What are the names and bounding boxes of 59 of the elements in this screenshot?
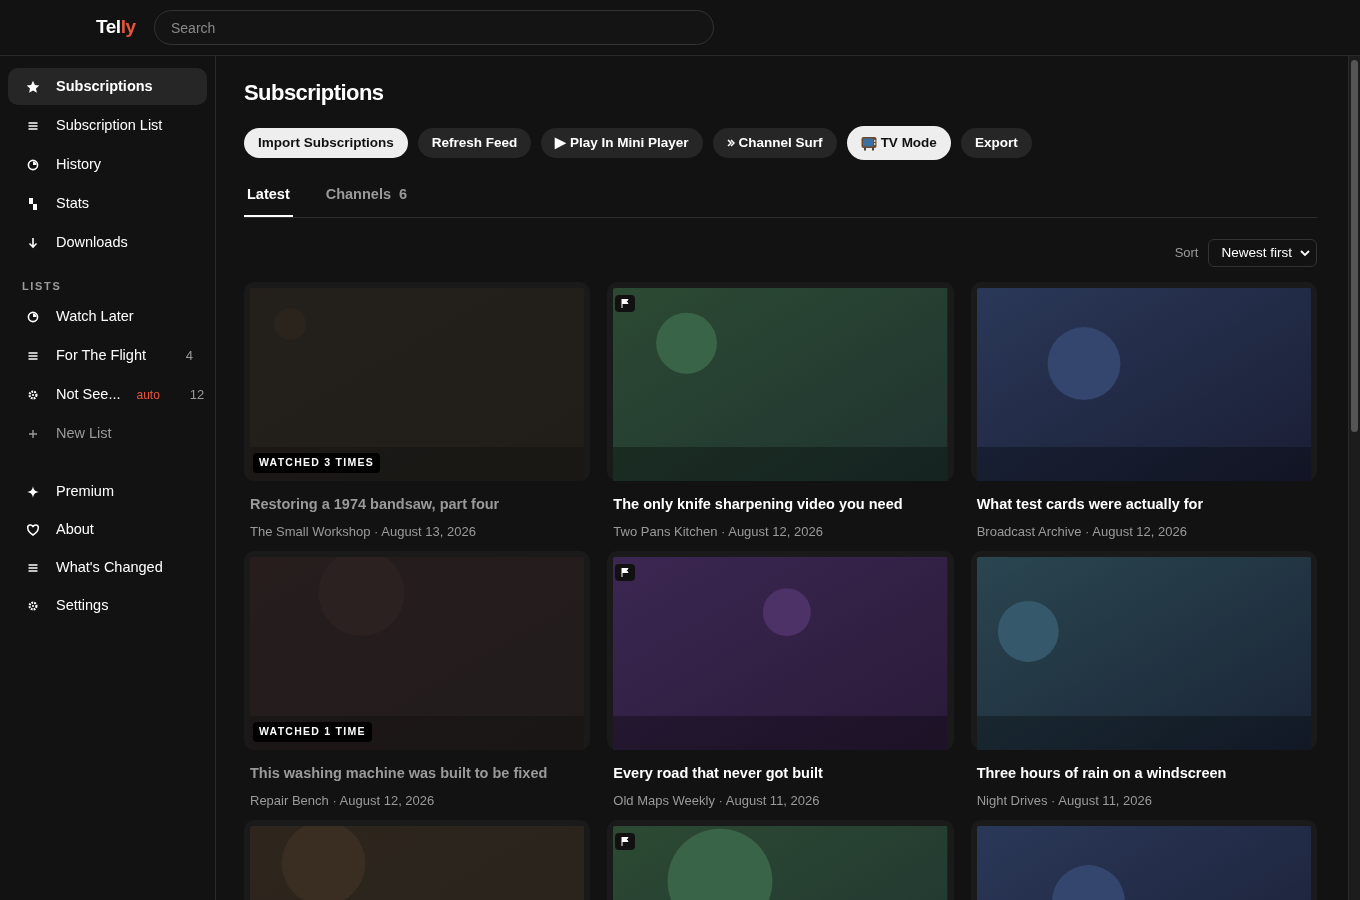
video-meta: Night Drives · August 11, 2026 xyxy=(975,791,1153,810)
new-list-button[interactable]: New List xyxy=(8,415,207,453)
item-count: 12 xyxy=(189,386,205,405)
watched-badge: WATCHED 3 TIMES xyxy=(253,453,380,473)
video-title[interactable]: What test cards were actually for xyxy=(970,494,1317,516)
action-button[interactable]: Channel Surf xyxy=(712,128,837,158)
sidebar-item[interactable]: Stats xyxy=(8,185,207,222)
item-count: 4 xyxy=(185,347,193,366)
video-meta: Repair Bench · August 12, 2026 xyxy=(249,791,436,810)
page-title: Subscriptions xyxy=(244,79,385,107)
video-meta: Broadcast Archive · August 12, 2026 xyxy=(975,522,1188,541)
video-title[interactable]: This washing machine was built to be fixed xyxy=(244,763,591,785)
video-title[interactable]: Three hours of rain on a windscreen xyxy=(970,763,1317,785)
sidebar-item[interactable]: Not See... auto 12 xyxy=(8,376,207,414)
app-logo[interactable]: Telly xyxy=(96,13,136,42)
video-title[interactable]: The only knife sharpening video you need xyxy=(607,494,954,516)
tv-icon xyxy=(860,135,877,151)
action-button[interactable]: ▶ Play In Mini Player xyxy=(541,128,703,158)
shuffle-icon xyxy=(726,139,735,147)
video-meta: The Small Workshop · August 13, 2026 xyxy=(249,522,477,541)
clock-icon xyxy=(26,157,40,172)
stats-icon xyxy=(26,196,40,211)
clock-icon xyxy=(26,310,40,324)
sidebar-item[interactable]: About xyxy=(8,511,207,548)
video-thumbnail[interactable]: WATCHED 3 TIMES xyxy=(244,282,591,481)
sidebar-item[interactable]: Downloads xyxy=(8,224,207,261)
sidebar-item[interactable]: Watch Later xyxy=(8,298,207,336)
search-field[interactable]: Search xyxy=(154,10,714,45)
plus-icon xyxy=(26,427,40,441)
video-thumbnail[interactable]: WATCHED 1 TIME xyxy=(244,551,591,750)
sidebar-item[interactable]: Subscription List xyxy=(8,107,207,144)
sort-dropdown[interactable]: Newest first xyxy=(1208,239,1317,267)
action-button[interactable]: Refresh Feed xyxy=(417,128,532,158)
scrollbar[interactable] xyxy=(1348,56,1360,900)
settings-icon xyxy=(26,388,40,402)
action-button[interactable]: TV Mode xyxy=(846,126,951,160)
sidebar-item[interactable]: What's Changed xyxy=(8,549,207,586)
video-meta: Two Pans Kitchen · August 12, 2026 xyxy=(612,522,824,541)
sort-label: Sort xyxy=(1174,244,1199,263)
video-title[interactable]: Every road that never got built xyxy=(607,763,954,785)
heart-icon xyxy=(26,522,40,537)
action-button[interactable]: Export xyxy=(960,128,1032,158)
sidebar-item[interactable]: Premium xyxy=(8,473,207,510)
section-heading: LISTS xyxy=(21,279,63,294)
sidebar-item[interactable]: Settings xyxy=(8,587,207,624)
action-button[interactable]: Import Subscriptions xyxy=(244,128,408,158)
sidebar-item[interactable]: History xyxy=(8,146,207,183)
video-meta: Old Maps Weekly · August 11, 2026 xyxy=(612,791,821,810)
sidebar-item[interactable]: Subscriptions xyxy=(8,68,207,105)
star-icon xyxy=(26,79,40,94)
tab[interactable]: Channels 6 xyxy=(322,175,411,217)
download-icon xyxy=(26,235,40,250)
auto-tag: auto xyxy=(136,386,160,404)
video-title[interactable]: Restoring a 1974 bandsaw, part four xyxy=(244,494,591,516)
sidebar-item[interactable]: For The Flight 4 xyxy=(8,337,207,375)
tab[interactable]: Latest xyxy=(244,175,293,217)
watched-badge: WATCHED 1 TIME xyxy=(253,722,372,742)
list-icon xyxy=(26,349,40,363)
chevron-down-icon xyxy=(1300,249,1310,257)
